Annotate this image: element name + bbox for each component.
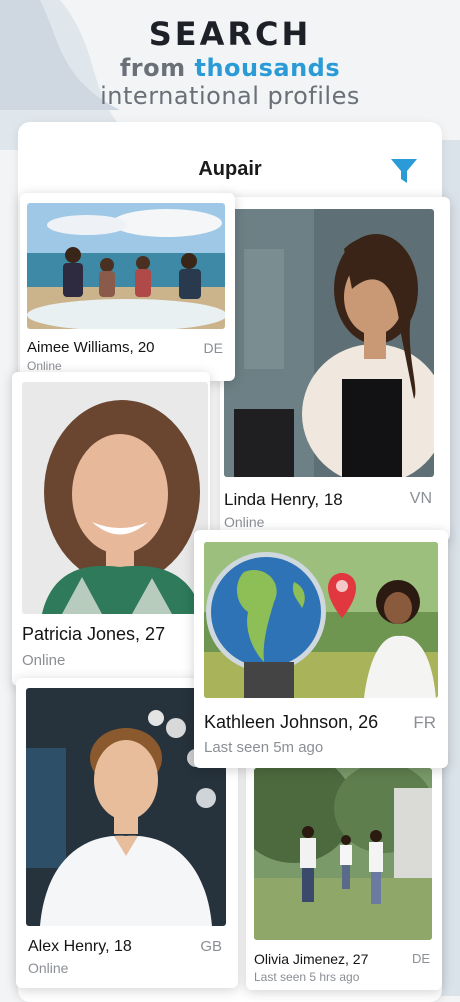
profile-card-aimee[interactable]: Aimee Williams, 20 DE Online: [20, 193, 235, 381]
profile-country: VN: [409, 490, 432, 507]
profile-name: Kathleen Johnson, 26: [204, 712, 379, 732]
profile-status: Last seen 5m ago: [204, 739, 324, 756]
profile-name: Alex Henry, 18: [28, 938, 132, 955]
profile-photo: [22, 382, 208, 614]
profile-photo: [224, 209, 434, 477]
promo-headline: SEARCH from thousands international prof…: [0, 14, 460, 110]
promo-subtitle-accent: thousands: [194, 54, 341, 82]
profile-photo: [27, 203, 225, 329]
promo-subtitle-line3: international profiles: [100, 82, 360, 110]
profile-country: DE: [203, 340, 223, 356]
profile-status: Online: [28, 960, 69, 976]
profile-card-kathleen[interactable]: Kathleen Johnson, 26 FR Last seen 5m ago: [194, 530, 448, 768]
profile-country: GB: [200, 938, 222, 955]
profile-card-patricia[interactable]: Patricia Jones, 27 Online: [12, 372, 210, 686]
profile-status: Last seen 5 hrs ago: [254, 970, 360, 984]
profile-name: Patricia Jones, 27: [22, 624, 166, 644]
profile-country: DE: [411, 951, 430, 966]
promo-subtitle: from thousands: [0, 54, 460, 82]
profile-status: Online: [224, 514, 265, 530]
profile-name: Olivia Jimenez, 27: [254, 951, 369, 967]
promo-title: SEARCH: [148, 15, 312, 53]
promo-subtitle-prefix: from: [119, 54, 186, 82]
profile-card-olivia[interactable]: Olivia Jimenez, 27 DE Last seen 5 hrs ag…: [246, 754, 442, 990]
profile-name: Linda Henry, 18: [224, 490, 343, 509]
profile-photo: [254, 768, 432, 940]
profile-name: Aimee Williams, 20: [27, 339, 155, 356]
filter-icon[interactable]: [389, 156, 419, 186]
profile-card-linda[interactable]: Linda Henry, 18 VN Online: [220, 197, 450, 541]
profile-photo: [204, 542, 438, 698]
profile-country: FR: [413, 713, 436, 732]
profile-status: Online: [22, 652, 66, 669]
profile-status: Online: [27, 359, 62, 373]
